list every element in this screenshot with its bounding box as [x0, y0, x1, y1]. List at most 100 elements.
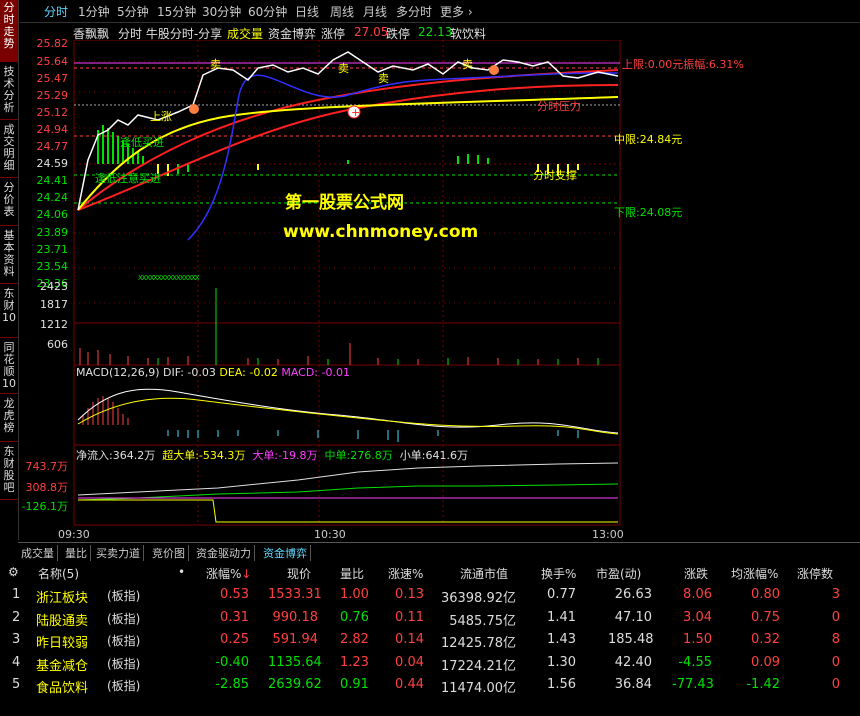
col-header-limit-count[interactable]: 涨停数: [797, 565, 833, 582]
tab-intraday[interactable]: 分时: [44, 3, 68, 20]
cell-chg: 0.31: [220, 609, 249, 625]
vtab-dragon-tiger[interactable]: 龙虎榜: [0, 396, 18, 442]
cell-turn: 1.30: [547, 654, 576, 670]
fund-mid: 中单:276.8万: [324, 449, 393, 462]
cell-pe: 26.63: [614, 587, 652, 602]
limit-down-value: 22.13: [418, 25, 453, 39]
tab-volume[interactable]: 成交量: [18, 545, 58, 561]
cell-vr: 0.76: [340, 609, 369, 625]
gear-icon[interactable]: ⚙: [8, 565, 19, 579]
fund-axis-label: 743.7万: [25, 460, 69, 473]
col-header-diff[interactable]: 涨跌: [684, 565, 708, 582]
cell-speed: 0.14: [395, 632, 424, 647]
fund-axis-label: 308.8万: [25, 481, 69, 494]
cell-chg: 0.25: [220, 632, 249, 647]
vtab-trade-detail[interactable]: 成交明细: [0, 122, 18, 178]
middle-limit-label: 中限:24.84元: [614, 133, 683, 146]
col-header-cap[interactable]: 流通市值: [460, 565, 508, 582]
cell-name: 食品饮料: [36, 681, 89, 696]
price-axis-label: 25.12: [36, 106, 69, 119]
time-axis-label: 09:30: [58, 528, 90, 541]
vtab-guba[interactable]: 东财股吧: [0, 444, 18, 500]
cell-idx: 2: [12, 609, 21, 625]
svg-text:+: +: [351, 106, 360, 119]
cell-lim: 0: [831, 609, 840, 625]
buy-hint-label: 逢低买进: [120, 136, 164, 149]
intraday-chart[interactable]: +: [18, 40, 860, 542]
cell-speed: 0.04: [395, 654, 424, 670]
vtab-intraday[interactable]: 分时走势: [0, 0, 18, 62]
indicator-tab-bar: 成交量 量比 买卖力道 竞价图 资金驱动力 资金博弈: [18, 542, 860, 562]
cell-tag: (板指): [107, 656, 141, 671]
col-header-pe[interactable]: 市盈(动): [596, 565, 641, 582]
col-header-turnover[interactable]: 换手%: [541, 565, 576, 582]
cell-speed: 0.11: [395, 609, 424, 625]
tab-fund-game[interactable]: 资金博弈: [260, 545, 311, 561]
table-row[interactable]: 3 昨日较弱 (板指) 0.25 591.94 2.82 0.14 12425.78亿 1.43…: [0, 629, 860, 651]
price-axis-label: 25.82: [36, 37, 69, 50]
col-header-price[interactable]: 现价: [287, 565, 311, 582]
col-header-change[interactable]: 涨幅%↓: [206, 565, 251, 582]
tab-auction[interactable]: 竞价图: [149, 545, 189, 561]
sort-down-icon: ↓: [241, 567, 252, 581]
cell-pe: 42.40: [614, 654, 652, 670]
tab-1min[interactable]: 1分钟: [78, 3, 110, 20]
macd-dea: DEA: -0.02: [219, 366, 278, 379]
fund-small: 小单:641.6万: [399, 449, 468, 462]
table-row[interactable]: 1 浙江板块 (板指) 0.53 1533.31 1.00 0.13 36398.92亿 0.7…: [0, 584, 860, 606]
cell-lim: 3: [831, 587, 840, 602]
tab-15min[interactable]: 15分钟: [157, 3, 196, 20]
price-axis-label: 23.71: [36, 243, 69, 256]
volume-axis-label: 2423: [40, 280, 68, 293]
vtab-eastmoney-10[interactable]: 东财10: [0, 286, 18, 338]
vtab-price-table[interactable]: 分价表: [0, 180, 18, 226]
tab-30min[interactable]: 30分钟: [202, 3, 241, 20]
cell-tag: (板指): [107, 589, 141, 603]
tab-buy-sell-force[interactable]: 买卖力道: [93, 545, 144, 561]
cell-name: 基金减仓: [36, 658, 89, 674]
cell-avg: 0.80: [751, 587, 780, 602]
tab-fund-drive[interactable]: 资金驱动力: [193, 545, 255, 561]
price-axis-label: 23.54: [36, 260, 69, 273]
cell-diff: -4.55: [678, 654, 712, 670]
fund-big: 大单:-19.8万: [252, 449, 318, 462]
table-row[interactable]: 5 食品饮料 (板指) -2.85 2639.62 0.91 0.44 11474.00亿 1.…: [0, 674, 860, 696]
signal-marks: XXXXXXXXXXXXXXXX: [138, 274, 200, 282]
cell-chg: -0.40: [215, 654, 249, 670]
cell-vr: 2.82: [340, 632, 369, 647]
vtab-technical[interactable]: 技术分析: [0, 64, 18, 120]
tab-weekly[interactable]: 周线: [330, 3, 354, 20]
upper-limit-label: 上限:0.00元振幅:6.31%: [622, 58, 744, 71]
col-header-change-label: 涨幅%: [206, 567, 242, 581]
cell-vr: 1.23: [340, 654, 369, 670]
price-axis-label: 25.64: [36, 55, 69, 68]
tab-volume-ratio[interactable]: 量比: [62, 545, 91, 561]
price-axis-label: 24.94: [36, 123, 69, 136]
volume-axis-label: 1212: [40, 318, 68, 331]
cell-vr: 0.91: [340, 677, 369, 692]
cell-avg: 0.75: [751, 609, 780, 625]
tab-multi-intraday[interactable]: 多分时: [396, 3, 432, 20]
tab-monthly[interactable]: 月线: [363, 3, 387, 20]
tab-5min[interactable]: 5分钟: [117, 3, 149, 20]
cell-tag: (板指): [107, 679, 141, 693]
cell-tag: (板指): [107, 634, 141, 648]
vtab-ths-10[interactable]: 同花顺10: [0, 340, 18, 394]
tab-daily[interactable]: 日线: [295, 3, 319, 20]
col-header-avg[interactable]: 均涨幅%: [731, 565, 778, 582]
volume-axis-label: 606: [47, 338, 68, 351]
sell-label: 卖: [462, 58, 473, 71]
vtab-basic-info[interactable]: 基本资料: [0, 228, 18, 284]
col-header-name[interactable]: 名称(5): [38, 565, 79, 582]
cell-diff: 1.50: [683, 632, 712, 647]
sell-label: 卖: [378, 72, 389, 85]
cell-vr: 1.00: [340, 587, 369, 602]
tab-60min[interactable]: 60分钟: [248, 3, 287, 20]
pressure-label: 分时压力: [537, 100, 581, 113]
time-axis-label: 13:00: [592, 528, 624, 541]
table-row[interactable]: 2 陆股通卖 (板指) 0.31 990.18 0.76 0.11 5485.75亿 1.41 4…: [0, 607, 860, 629]
table-row[interactable]: 4 基金减仓 (板指) -0.40 1135.64 1.23 0.04 17224.21亿 1.…: [0, 652, 860, 674]
col-header-speed[interactable]: 涨速%: [388, 565, 423, 582]
tab-more[interactable]: 更多 ›: [440, 3, 473, 20]
col-header-vol-ratio[interactable]: 量比: [340, 565, 364, 582]
